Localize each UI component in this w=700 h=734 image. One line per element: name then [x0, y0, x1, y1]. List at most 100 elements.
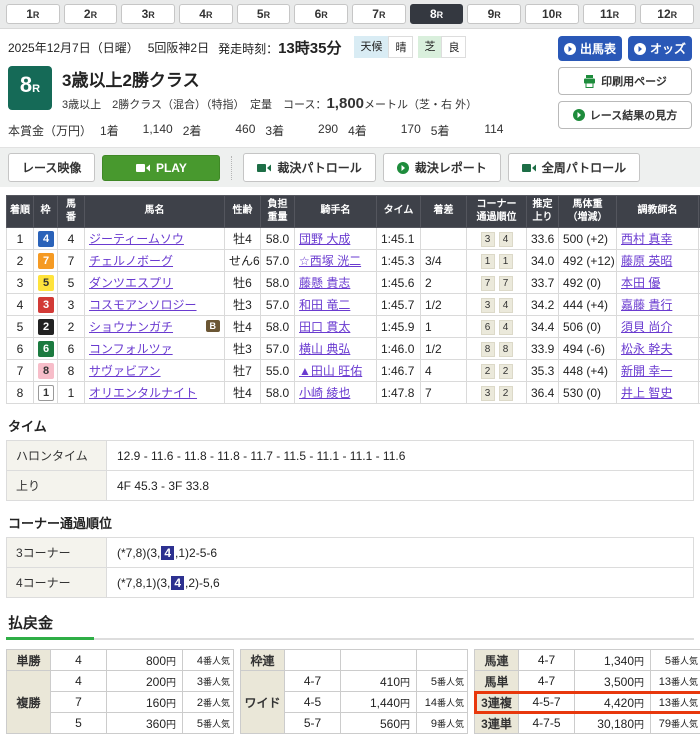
race-tab[interactable]: 6R [294, 4, 348, 24]
payout-popularity: 13番人気 [651, 671, 700, 692]
corner-table: 3コーナー (*7,8)(3,4,1)2-5-6 4コーナー (*7,8,1)(… [6, 537, 694, 598]
race-tab[interactable]: 4R [179, 4, 233, 24]
race-date: 2025年12月7日（日曜） [8, 39, 139, 56]
trainer-link[interactable]: 西村 真幸 [621, 232, 672, 246]
jockey-link[interactable]: 小崎 綾也 [299, 386, 350, 400]
payout-combo: 4-5 [285, 692, 341, 713]
race-video-button[interactable]: レース映像 [8, 153, 95, 182]
race-tab-suffix: R [613, 10, 620, 20]
trainer-link[interactable]: 須貝 尚介 [621, 320, 672, 334]
corner3-label: 3コーナー [7, 538, 107, 568]
race-tab[interactable]: 12R [640, 4, 694, 24]
last-3f: 33.9 [527, 338, 559, 360]
jockey-link[interactable]: ☆西塚 洸二 [299, 254, 361, 268]
payout-row-sanrentan: 3連単 4-7-5 30,180円 79番人気 [475, 713, 700, 734]
horse-name-cell: ジーティームソウ [85, 228, 225, 250]
race-tab-suffix: R [671, 10, 678, 20]
jockey-link[interactable]: 藤懸 貴志 [299, 276, 350, 290]
horse-name-link[interactable]: サヴァビアン [89, 364, 161, 378]
jockey-link[interactable]: 田口 貫太 [299, 320, 350, 334]
stewards-patrol-button[interactable]: 裁決パトロール [243, 153, 375, 182]
trainer-cell: 藤原 英昭 [617, 250, 699, 272]
corner-order-cell: 77 [467, 272, 527, 294]
entries-button[interactable]: 出馬表 [558, 36, 622, 61]
payout-amount: 160円 [107, 692, 183, 713]
prize-item: 5着114 [431, 122, 514, 139]
horse-name-link[interactable]: チェルノボーグ [89, 254, 173, 268]
trainer-link[interactable]: 松永 幹夫 [621, 342, 672, 356]
prize-item: 4着170 [348, 122, 431, 139]
sex-age: 牡3 [225, 294, 261, 316]
stewards-report-button[interactable]: 裁決レポート [383, 153, 501, 182]
race-meeting: 5回阪神2日 [148, 39, 209, 56]
trainer-link[interactable]: 嘉藤 貴行 [621, 298, 672, 312]
horse-name-link[interactable]: ジーティームソウ [89, 232, 184, 246]
jockey-link[interactable]: 横山 典弘 [299, 342, 350, 356]
corner-order-chip: 8 [481, 342, 495, 357]
corner-order-chip: 7 [481, 276, 495, 291]
race-tab-number: 11 [600, 7, 613, 21]
trainer-link[interactable]: 藤原 英昭 [621, 254, 672, 268]
corner-order-chip: 3 [481, 298, 495, 313]
trainer-link[interactable]: 本田 優 [621, 276, 660, 290]
jockey-link[interactable]: ▲田山 旺佑 [299, 364, 362, 378]
race-tab[interactable]: 8R [410, 4, 464, 24]
horse-number: 7 [58, 250, 85, 272]
last-up-value: 4F 45.3 - 3F 33.8 [107, 471, 694, 501]
race-tab[interactable]: 5R [237, 4, 291, 24]
jockey-cell: 藤懸 貴志 [295, 272, 377, 294]
payout-combo: 5-7 [285, 713, 341, 734]
jockey-cell: 小崎 綾也 [295, 382, 377, 404]
trainer-link[interactable]: 新開 幸一 [621, 364, 672, 378]
race-tab[interactable]: 2R [64, 4, 118, 24]
results-header-cell: 性齢 [225, 196, 261, 228]
race-tab-suffix: R [379, 10, 386, 20]
race-tab[interactable]: 9R [467, 4, 521, 24]
margin: 7 [421, 382, 467, 404]
payout-amount: 1,440円 [341, 692, 417, 713]
jockey-link[interactable]: 団野 大成 [299, 232, 350, 246]
play-button[interactable]: PLAY [102, 155, 220, 181]
horse-name-link[interactable]: ダンツエスプリ [89, 276, 173, 290]
race-tab[interactable]: 1R [6, 4, 60, 24]
finish-time: 1:45.3 [377, 250, 421, 272]
frame-cell: 7 [34, 250, 58, 272]
last-3f: 36.4 [527, 382, 559, 404]
umatan-label: 馬単 [475, 671, 519, 692]
all-round-patrol-button[interactable]: 全周パトロール [508, 153, 640, 182]
last-up-label: 上り [7, 471, 107, 501]
carried-weight: 58.0 [261, 316, 295, 338]
corner-order-chip: 1 [481, 254, 495, 269]
payout-popularity: 9番人気 [417, 713, 468, 734]
race-tab[interactable]: 10R [525, 4, 579, 24]
corner-order-chip: 2 [499, 386, 513, 401]
horse-name-link[interactable]: コスモアンソロジー [89, 298, 197, 312]
payout-combo: 4-7-5 [519, 713, 575, 734]
results-header-cell: 着差 [421, 196, 467, 228]
race-tab[interactable]: 11R [583, 4, 637, 24]
corner-order-cell: 34 [467, 228, 527, 250]
horse-number: 3 [58, 294, 85, 316]
horse-name-link[interactable]: オリエンタルナイト [89, 386, 197, 400]
horse-name-link[interactable]: コンフォルツァ [89, 342, 173, 356]
frame-badge: 5 [38, 275, 54, 291]
results-guide-button[interactable]: レース結果の見方 [558, 101, 692, 129]
jockey-link[interactable]: 和田 竜二 [299, 298, 350, 312]
race-tab[interactable]: 3R [121, 4, 175, 24]
prize-label: 本賞金（万円） [8, 122, 92, 139]
odds-button[interactable]: オッズ [628, 36, 692, 61]
payout-popularity: 4番人気 [183, 650, 234, 671]
print-page-button[interactable]: 印刷用ページ [558, 67, 692, 95]
sex-age: 牡7 [225, 360, 261, 382]
payout-amount: 800円 [107, 650, 183, 671]
race-tab[interactable]: 7R [352, 4, 406, 24]
payout-amount: 560円 [341, 713, 417, 734]
course-distance: 1,800 [326, 95, 364, 112]
sex-age: 牡4 [225, 382, 261, 404]
trainer-link[interactable]: 井上 智史 [621, 386, 672, 400]
sanrenpuku-label: 3連複 [475, 692, 519, 713]
corner-order-chip: 4 [499, 320, 513, 335]
payout-popularity: 2番人気 [183, 692, 234, 713]
payout-popularity: 14番人気 [417, 692, 468, 713]
horse-name-link[interactable]: ショウナンガチ [89, 320, 173, 334]
